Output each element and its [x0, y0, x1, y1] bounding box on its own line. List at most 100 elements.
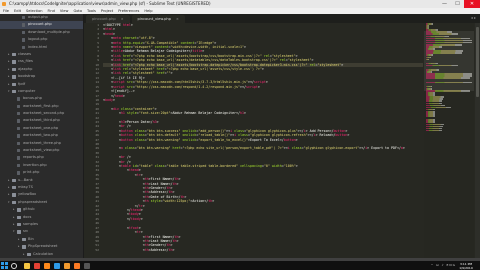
sidebar-file[interactable]: bonus.php — [0, 95, 83, 102]
xampp-taskbar-icon[interactable] — [74, 262, 80, 269]
sidebar-file[interactable]: worksheet_three.php — [0, 140, 83, 147]
chrome-taskbar-icon[interactable] — [34, 262, 40, 269]
sublime-taskbar-icon[interactable] — [64, 262, 70, 269]
sidebar-item-label: worksheet_two.php — [23, 133, 58, 138]
code-token: > — [214, 40, 217, 45]
sidebar-folder[interactable]: ▸ ajaxphp — [0, 66, 83, 73]
sidebar-file[interactable]: worksheet_first.php — [0, 103, 83, 110]
sidebar-folder[interactable]: ▾ computer — [0, 88, 83, 95]
sidebar-folder[interactable]: ▾ phpspreadsheet — [0, 199, 83, 206]
folder-icon — [12, 89, 16, 94]
chevron-right-icon[interactable]: ▸ — [13, 214, 15, 221]
tab-close-icon[interactable]: × — [176, 15, 179, 23]
code-area[interactable]: <!DOCTYPE html> <html> <head> <meta charse… — [103, 23, 423, 258]
sidebar-file[interactable]: worksheet_two.php — [0, 132, 83, 139]
sidebar-file[interactable]: logout.php — [0, 36, 83, 43]
chevron-right-icon[interactable]: ▸ — [8, 58, 10, 65]
sidebar-folder[interactable]: ▸ css_files — [0, 58, 83, 65]
sidebar-folder[interactable]: ▸ fpdf — [0, 81, 83, 88]
code-token: > — [112, 97, 115, 102]
maximize-button[interactable]: ☐ — [451, 0, 464, 8]
chevron-right-icon[interactable]: ▸ — [8, 66, 10, 73]
chevron-right-icon[interactable]: ▸ — [8, 191, 10, 198]
sidebar-folder[interactable]: ▸ classes — [0, 51, 83, 58]
sidebar-file[interactable]: worksheet_second.php — [0, 110, 83, 117]
file-icon — [17, 104, 20, 109]
folder-icon — [12, 200, 16, 205]
chevron-right-icon[interactable]: ▸ — [18, 236, 20, 243]
chevron-right-icon[interactable]: ▸ — [18, 243, 20, 250]
minimap-line — [426, 64, 459, 67]
sidebar-file[interactable]: reports.php — [0, 154, 83, 161]
code-token: class — [152, 164, 165, 168]
code-line[interactable]: <a class="btn btn-warning" href="<?php e… — [103, 146, 423, 150]
sidebar-folder[interactable]: ▸ u...Bank — [0, 177, 83, 184]
sidebar-file[interactable]: output.php — [0, 14, 83, 21]
sidebar-file[interactable]: index.html — [0, 44, 83, 51]
chevron-down-icon[interactable]: ▾ — [13, 228, 15, 235]
tab-pincount-php[interactable]: pincount.php × — [86, 15, 130, 23]
code-editor[interactable]: 1 2 3 4 5 6 7 8 9 10 11 12 13 14 15 16 17 18 19 20 21 22 23 24 2… — [84, 23, 480, 258]
sidebar-file[interactable]: worksheet_one.php — [0, 125, 83, 132]
clock[interactable]: 3:11 PM 1/9/2019 — [456, 262, 476, 270]
sidebar-file[interactable]: print.php — [0, 169, 83, 176]
search-icon[interactable] — [11, 262, 17, 269]
tab-pincount_view-php[interactable]: pincount_view.php × — [131, 15, 185, 23]
sidebar-folder[interactable]: ▸ Bin — [0, 236, 83, 243]
sidebar-folder[interactable]: ▸ Calculation — [0, 251, 83, 258]
sidebar-folder[interactable]: ▸ yellowBox — [0, 191, 83, 198]
close-button[interactable]: ✕ — [464, 0, 480, 8]
file-icon — [17, 97, 20, 101]
tab-scroll-arrows-icon[interactable]: ◂ ▸ — [471, 15, 476, 20]
chevron-right-icon[interactable]: ▸ — [8, 177, 10, 184]
sidebar-item-label: insertion.php — [23, 162, 47, 167]
sidebar-file[interactable]: worksheet_view.php — [0, 147, 83, 154]
code-token: >Action</ — [190, 199, 209, 204]
sidebar-file[interactable]: pincount.php — [0, 21, 83, 29]
code-token: > — [156, 119, 159, 124]
chevron-down-icon[interactable]: ▾ — [8, 88, 10, 95]
edge-taskbar-icon[interactable] — [54, 262, 60, 269]
chevron-right-icon[interactable]: ▸ — [13, 206, 15, 213]
sidebar-folder[interactable]: ▾ src — [0, 228, 83, 235]
chevron-right-icon[interactable]: ▸ — [8, 184, 10, 191]
chevron-right-icon[interactable]: ▸ — [23, 251, 25, 258]
code-token: > — [176, 181, 179, 186]
chevron-right-icon[interactable]: ▸ — [13, 221, 15, 228]
code-token: < — [103, 186, 145, 191]
chevron-right-icon[interactable]: ▸ — [8, 81, 10, 88]
code-line[interactable]: <th>Address</th> — [103, 248, 423, 252]
sidebar-folder[interactable]: ▸ docs — [0, 214, 83, 221]
code-token: < — [103, 106, 113, 111]
minimap[interactable] — [424, 23, 474, 258]
code-token: < — [103, 172, 137, 177]
system-tray[interactable]: ^ ⊡ ♪ ENG — [431, 261, 456, 270]
file-explorer-taskbar-icon[interactable] — [24, 262, 30, 269]
sidebar-folder[interactable]: ▸ mbsy.TS — [0, 184, 83, 191]
chevron-right-icon[interactable]: ▸ — [8, 51, 10, 58]
chevron-right-icon[interactable]: ▸ — [8, 73, 10, 80]
minimize-button[interactable]: — — [438, 0, 451, 8]
chevron-down-icon[interactable]: ▾ — [8, 199, 10, 206]
sidebar-file[interactable]: download_multiple.php — [0, 29, 83, 36]
code-token: < — [103, 234, 145, 239]
code-token: > — [257, 84, 260, 89]
sidebar-folder[interactable]: ▸ github — [0, 206, 83, 213]
cmd-taskbar-icon[interactable] — [84, 262, 90, 269]
sidebar-file[interactable]: insertion.php — [0, 162, 83, 169]
code-token: < — [103, 212, 129, 217]
tab-close-icon[interactable]: × — [121, 15, 124, 23]
sidebar-folder[interactable]: ▸ bootstrap — [0, 73, 83, 80]
file-icon — [17, 163, 20, 168]
sidebar-file[interactable]: worksheet_third.php — [0, 117, 83, 124]
sidebar-folder[interactable]: ▸ PhpSpreadsheet — [0, 243, 83, 250]
code-token: </ — [103, 203, 139, 208]
code-token: rel — [261, 53, 270, 58]
firefox-taskbar-icon[interactable] — [44, 262, 50, 269]
start-windows-icon[interactable] — [1, 262, 9, 269]
scrollbar-thumb[interactable] — [476, 27, 479, 97]
sidebar-folder[interactable]: ▸ samples — [0, 221, 83, 228]
file-icon — [17, 126, 20, 131]
vertical-scrollbar[interactable] — [475, 23, 480, 258]
sidebar-item-label: worksheet_view.php — [23, 148, 60, 153]
